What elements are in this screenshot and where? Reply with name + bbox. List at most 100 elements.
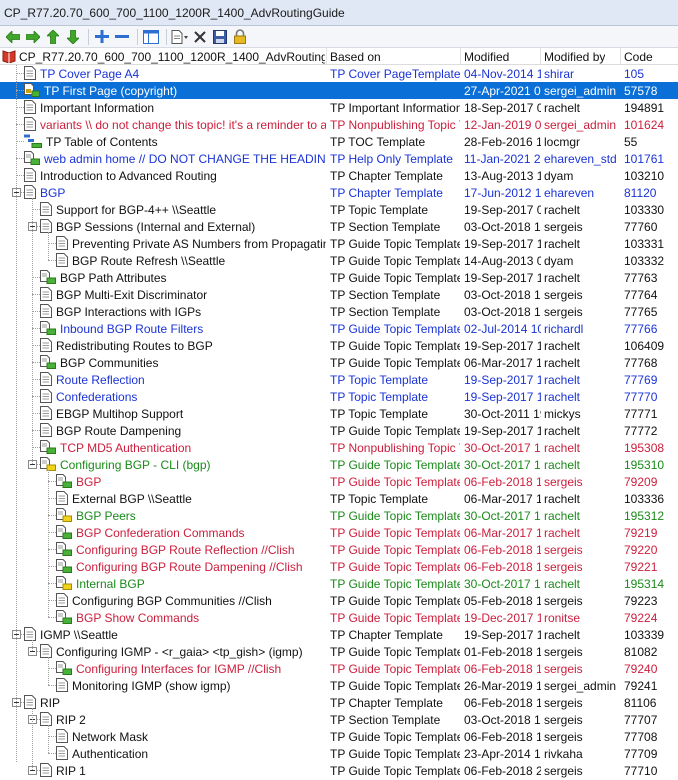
topic-title[interactable]: External BGP \\Seattle xyxy=(72,492,326,507)
topic-title[interactable]: BGP Route Dampening xyxy=(56,424,326,439)
topic-title[interactable]: Internal BGP xyxy=(76,577,326,592)
topic-title[interactable]: Important Information xyxy=(40,101,326,116)
tree-row[interactable]: Configuring IGMP - <r_gaia> <tp_gish> (i… xyxy=(0,643,678,660)
tree-row[interactable]: TCP MD5 Authentication TP Nonpublishing T… xyxy=(0,439,678,456)
topic-title[interactable]: Preventing Private AS Numbers from Propa… xyxy=(72,237,326,252)
tree-row[interactable]: Monitoring IGMP (show igmp) TP Guide Topi… xyxy=(0,677,678,694)
tree-row[interactable]: Configuring BGP - CLI (bgp) TP Guide Topi… xyxy=(0,456,678,473)
topic-title[interactable]: BGP Route Refresh \\Seattle xyxy=(72,254,326,269)
column-divider[interactable] xyxy=(620,48,621,64)
topic-title[interactable]: TP Cover Page A4 xyxy=(40,67,326,82)
lock-icon[interactable] xyxy=(231,28,249,46)
tree-row[interactable]: BGP Path Attributes TP Guide Topic Templa… xyxy=(0,269,678,286)
tree-row[interactable]: BGP TP Chapter Template 17-Jun-2012 11 ehar… xyxy=(0,184,678,201)
topic-title[interactable]: TP Table of Contents xyxy=(46,135,326,150)
topic-title[interactable]: Network Mask xyxy=(72,730,326,745)
topic-title[interactable]: BGP xyxy=(40,186,326,201)
topic-title[interactable]: Configuring IGMP - <r_gaia> <tp_gish> (i… xyxy=(56,645,326,660)
tree-row[interactable]: BGP Show Commands TP Guide Topic Template… xyxy=(0,609,678,626)
tree-row[interactable]: RIP 2 TP Section Template 03-Oct-2018 15 se… xyxy=(0,711,678,728)
tree-row[interactable]: TP First Page (copyright) 27-Apr-2021 01 s… xyxy=(0,82,678,99)
column-divider[interactable] xyxy=(326,48,327,64)
topic-title[interactable]: Redistributing Routes to BGP xyxy=(56,339,326,354)
column-modified[interactable]: Modified xyxy=(464,50,509,64)
save-icon[interactable] xyxy=(211,28,229,46)
document-menu-icon[interactable] xyxy=(171,28,189,46)
tree-row[interactable]: BGP Peers TP Guide Topic Template 30-Oct-2… xyxy=(0,507,678,524)
tree-row[interactable]: Authentication TP Guide Topic Template 23-… xyxy=(0,745,678,762)
topic-tree[interactable]: TP Cover Page A4 TP Cover PageTemplate 04-… xyxy=(0,65,678,780)
topic-title[interactable]: Configuring BGP Route Reflection //Clish xyxy=(76,543,326,558)
tree-row[interactable]: BGP Route Refresh \\Seattle TP Guide Topi… xyxy=(0,252,678,269)
topic-title[interactable]: BGP Show Commands xyxy=(76,611,326,626)
tree-row[interactable]: Route Reflection TP Topic Template 19-Sep-… xyxy=(0,371,678,388)
column-code[interactable]: Code xyxy=(624,50,653,64)
tree-row[interactable]: Preventing Private AS Numbers from Propa… xyxy=(0,235,678,252)
topic-title[interactable]: BGP Interactions with IGPs xyxy=(56,305,326,320)
topic-title[interactable]: BGP Path Attributes xyxy=(60,271,326,286)
tree-row[interactable]: web admin home // DO NOT CHANGE THE HEAD… xyxy=(0,150,678,167)
tree-row[interactable]: BGP Confederation Commands TP Guide Topic… xyxy=(0,524,678,541)
delete-icon[interactable] xyxy=(191,28,209,46)
topic-title[interactable]: TCP MD5 Authentication xyxy=(60,441,326,456)
topic-title[interactable]: RIP xyxy=(40,696,326,711)
topic-title[interactable]: BGP Communities xyxy=(60,356,326,371)
tree-row[interactable]: BGP Communities TP Guide Topic Template 06… xyxy=(0,354,678,371)
move-up-icon[interactable] xyxy=(44,28,62,46)
column-based-on[interactable]: Based on xyxy=(330,50,381,64)
tree-row[interactable]: BGP Multi-Exit Discriminator TP Section T… xyxy=(0,286,678,303)
column-modified-by[interactable]: Modified by xyxy=(544,50,605,64)
column-divider[interactable] xyxy=(540,48,541,64)
topic-title[interactable]: Support for BGP-4++ \\Seattle xyxy=(56,203,326,218)
topic-title[interactable]: BGP Confederation Commands xyxy=(76,526,326,541)
add-topic-icon[interactable] xyxy=(93,28,111,46)
topic-title[interactable]: Configuring Interfaces for IGMP //Clish xyxy=(76,662,326,677)
forward-arrow-icon[interactable] xyxy=(24,28,42,46)
topic-title[interactable]: variants \\ do not change this topic! it… xyxy=(40,118,326,133)
topic-title[interactable]: Route Reflection xyxy=(56,373,326,388)
tree-row[interactable]: EBGP Multihop Support TP Topic Template 30… xyxy=(0,405,678,422)
topic-title[interactable]: BGP Multi-Exit Discriminator xyxy=(56,288,326,303)
tree-row[interactable]: Redistributing Routes to BGP TP Guide Top… xyxy=(0,337,678,354)
tree-row[interactable]: RIP TP Chapter Template 06-Feb-2018 17 serg… xyxy=(0,694,678,711)
tree-row[interactable]: IGMP \\Seattle TP Chapter Template 19-Sep-… xyxy=(0,626,678,643)
columns-icon[interactable] xyxy=(142,28,160,46)
tree-row[interactable]: BGP Route Dampening TP Guide Topic Templa… xyxy=(0,422,678,439)
topic-title[interactable]: Configuring BGP - CLI (bgp) xyxy=(60,458,326,473)
tree-row[interactable]: BGP Interactions with IGPs TP Section Tem… xyxy=(0,303,678,320)
tree-row[interactable]: Introduction to Advanced Routing TP Chapt… xyxy=(0,167,678,184)
move-down-icon[interactable] xyxy=(64,28,82,46)
topic-title[interactable]: Configuring BGP Route Dampening //Clish xyxy=(76,560,326,575)
tree-row[interactable]: Configuring BGP Route Dampening //Clish T… xyxy=(0,558,678,575)
topic-title[interactable]: IGMP \\Seattle xyxy=(40,628,326,643)
topic-title[interactable]: EBGP Multihop Support xyxy=(56,407,326,422)
topic-title[interactable]: Confederations xyxy=(56,390,326,405)
tree-row[interactable]: External BGP \\Seattle TP Topic Template 0… xyxy=(0,490,678,507)
topic-title[interactable]: Authentication xyxy=(72,747,326,762)
topic-title[interactable]: Monitoring IGMP (show igmp) xyxy=(72,679,326,694)
topic-title[interactable]: Inbound BGP Route Filters xyxy=(60,322,326,337)
tree-row[interactable]: Configuring BGP Route Reflection //Clish… xyxy=(0,541,678,558)
tree-row[interactable]: BGP Sessions (Internal and External) TP S… xyxy=(0,218,678,235)
topic-title[interactable]: BGP xyxy=(76,475,326,490)
tree-row[interactable]: Configuring BGP Communities //Clish TP Gu… xyxy=(0,592,678,609)
tree-row[interactable]: variants \\ do not change this topic! it… xyxy=(0,116,678,133)
tree-row[interactable]: Configuring Interfaces for IGMP //Clish T… xyxy=(0,660,678,677)
tree-row[interactable]: BGP TP Guide Topic Template 06-Feb-2018 16… xyxy=(0,473,678,490)
topic-title[interactable]: Introduction to Advanced Routing xyxy=(40,169,326,184)
topic-title[interactable]: RIP 1 xyxy=(56,764,326,779)
tree-row[interactable]: Support for BGP-4++ \\Seattle TP Topic Te… xyxy=(0,201,678,218)
topic-title[interactable]: RIP 2 xyxy=(56,713,326,728)
topic-title[interactable]: TP First Page (copyright) xyxy=(44,84,326,99)
tree-row[interactable]: Important Information TP Important Inform… xyxy=(0,99,678,116)
topic-title[interactable]: BGP Sessions (Internal and External) xyxy=(56,220,326,235)
tree-row[interactable]: Inbound BGP Route Filters TP Guide Topic … xyxy=(0,320,678,337)
tree-row[interactable]: TP Table of Contents TP TOC Template 28-Fe… xyxy=(0,133,678,150)
tree-row[interactable]: Network Mask TP Guide Topic Template 06-Fe… xyxy=(0,728,678,745)
tree-row[interactable]: TP Cover Page A4 TP Cover PageTemplate 04-… xyxy=(0,65,678,82)
column-title[interactable]: CP_R77.20.70_600_700_1100_1200R_1400_Adv… xyxy=(19,50,325,64)
topic-title[interactable]: BGP Peers xyxy=(76,509,326,524)
tree-row[interactable]: RIP 1 TP Guide Topic Template 06-Feb-2018 … xyxy=(0,762,678,779)
column-divider[interactable] xyxy=(460,48,461,64)
topic-title[interactable]: Configuring BGP Communities //Clish xyxy=(72,594,326,609)
